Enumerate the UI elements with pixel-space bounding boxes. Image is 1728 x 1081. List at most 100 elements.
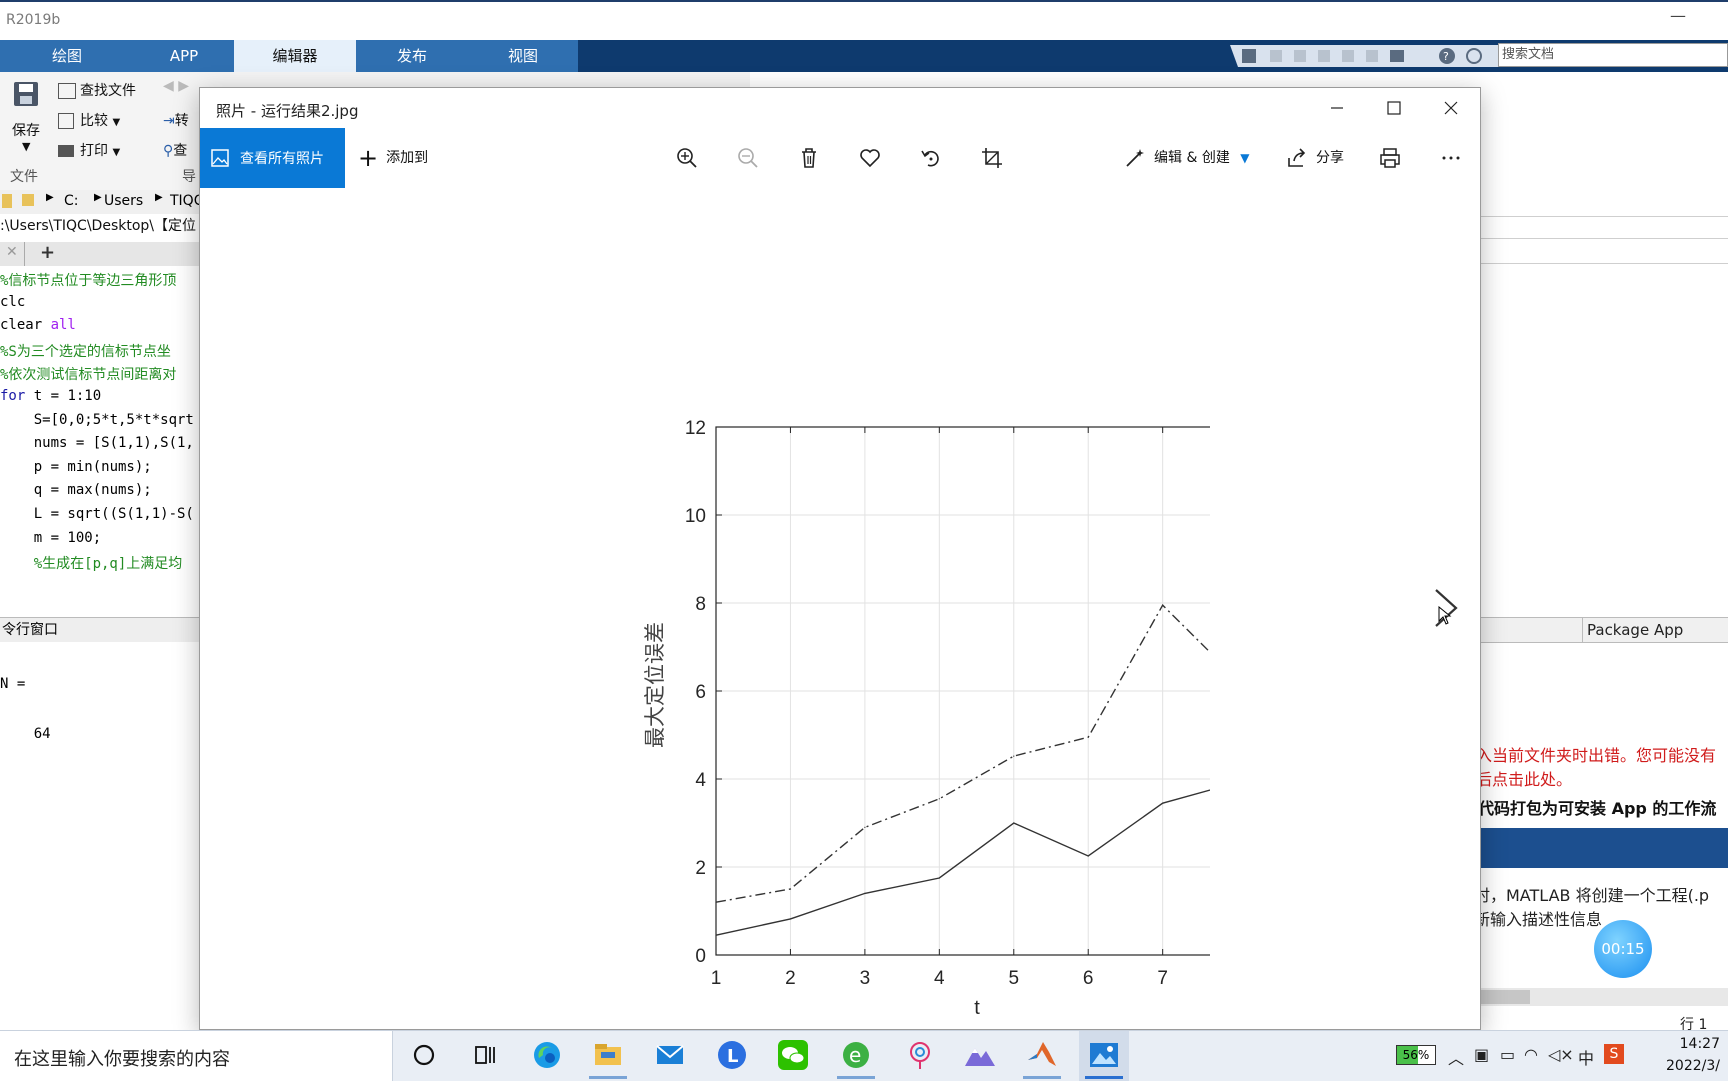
- add-tab-icon[interactable]: +: [40, 242, 55, 263]
- ribbon-body: 保存 ▼ 查找文件 比较 ▼ 打印 ▼ 文件 ⇥转 ⚲查 导 ◀ ▶: [0, 72, 200, 191]
- matlab-icon[interactable]: [1025, 1038, 1059, 1072]
- security-icon[interactable]: ▣: [1474, 1045, 1489, 1064]
- save-button-label[interactable]: 保存: [12, 120, 40, 140]
- compare-icon: [58, 113, 74, 129]
- package-heading: 代码打包为可安装 App 的工作流: [1478, 799, 1717, 818]
- wechat-icon[interactable]: [776, 1038, 810, 1072]
- file-explorer-icon[interactable]: [591, 1038, 625, 1072]
- mail-icon[interactable]: [653, 1038, 687, 1072]
- data-point-triangle: [1087, 736, 1089, 738]
- view-all-photos-label: 查看所有照片: [240, 151, 324, 167]
- editor-file-path: :\Users\TIQC\Desktop\【定位: [0, 214, 200, 238]
- back-forward-icon[interactable]: ◀ ▶: [163, 78, 189, 94]
- minimize-icon[interactable]: [1317, 96, 1357, 120]
- edit-wand-icon: [1126, 149, 1144, 167]
- close-icon[interactable]: [1431, 96, 1471, 120]
- delete-icon[interactable]: [797, 146, 821, 170]
- data-point-sapso: [1162, 802, 1164, 804]
- maximize-icon[interactable]: [1374, 96, 1414, 120]
- package-error-link[interactable]: 后点击此处。: [1476, 766, 1572, 790]
- battery-icon[interactable]: ▭: [1500, 1045, 1515, 1064]
- edit-create-label: 编辑 & 创建: [1154, 150, 1230, 166]
- save-dropdown-icon[interactable]: ▼: [22, 140, 30, 153]
- cmd-output-line: 64: [0, 726, 51, 742]
- goto-button[interactable]: ⇥转: [163, 110, 189, 130]
- view-all-photos-button[interactable]: 查看所有照片: [200, 128, 345, 188]
- photos-window-title: 照片 - 运行结果2.jpg: [216, 102, 359, 120]
- print-button[interactable]: 打印 ▼: [58, 140, 120, 160]
- active-app-indicator: [1023, 1076, 1061, 1079]
- command-window[interactable]: N = 64: [0, 642, 200, 1030]
- tab-apps[interactable]: APP: [134, 40, 234, 72]
- mountain-app-icon[interactable]: [963, 1038, 997, 1072]
- add-to-button[interactable]: + 添加到: [358, 128, 428, 188]
- task-view-icon[interactable]: [468, 1038, 502, 1072]
- code-line: L = sqrt((S(1,1)-S(: [0, 506, 194, 522]
- address-bar[interactable]: ▶ C: ▶ Users ▶ TIQC: [0, 190, 203, 215]
- find-button[interactable]: ⚲查: [163, 140, 187, 160]
- battery-indicator[interactable]: 56%: [1396, 1045, 1436, 1065]
- l-app-icon[interactable]: L: [715, 1038, 749, 1072]
- photos-toolbar: 查看所有照片 + 添加到 编辑 & 创建 ▼ 分享: [200, 128, 1480, 188]
- taskbar-search-box[interactable]: 在这里输入你要搜索的内容: [0, 1031, 393, 1081]
- clock-date: 2022/3/: [1666, 1058, 1720, 1074]
- paste-icon: [1318, 50, 1330, 62]
- y-tick-label: 0: [695, 946, 706, 967]
- code-editor[interactable]: %信标节点位于等边三角形顶 clc clear all %S为三个选定的信标节点坐 %依…: [0, 266, 200, 610]
- y-axis-label: 最大定位误差: [643, 622, 667, 748]
- crumb-drive[interactable]: C:: [64, 193, 79, 209]
- edge-browser-icon[interactable]: [530, 1038, 564, 1072]
- add-to-label: 添加到: [386, 150, 429, 166]
- package-app-label[interactable]: Package App: [1582, 618, 1683, 642]
- print-label: 打印: [80, 143, 108, 159]
- browser-e-icon[interactable]: e: [839, 1038, 873, 1072]
- x-tick-label: 2: [785, 968, 796, 989]
- crop-icon[interactable]: [980, 146, 1004, 170]
- edit-create-button[interactable]: 编辑 & 创建 ▼: [1124, 128, 1250, 188]
- more-options-icon[interactable]: [1439, 146, 1463, 170]
- recording-timer[interactable]: 00:15: [1594, 920, 1652, 978]
- folder-icon: [22, 194, 34, 206]
- tab-plots[interactable]: 绘图: [0, 40, 134, 72]
- find-files-button[interactable]: 查找文件: [58, 80, 136, 100]
- close-icon[interactable]: ✕: [6, 244, 18, 260]
- tab-editor[interactable]: 编辑器: [234, 40, 356, 72]
- quick-access-icons[interactable]: ?: [1230, 45, 1498, 67]
- svg-text:L: L: [727, 1046, 738, 1067]
- crumb-users[interactable]: Users: [104, 193, 143, 209]
- right-panel: [1480, 190, 1728, 610]
- zoom-in-icon[interactable]: [675, 146, 699, 170]
- tab-view[interactable]: 视图: [468, 40, 578, 72]
- active-app-indicator: [1085, 1076, 1123, 1079]
- wifi-icon[interactable]: ◠: [1524, 1045, 1538, 1064]
- package-app-header: Package App: [1480, 617, 1728, 643]
- editor-tabs: ✕ +: [0, 242, 200, 266]
- rotate-icon[interactable]: [919, 146, 943, 170]
- chevron-right-icon: ▶: [46, 192, 54, 203]
- sogou-ime-icon[interactable]: S: [1604, 1044, 1624, 1064]
- chevron-up-icon[interactable]: ︿: [1448, 1045, 1464, 1069]
- command-window-header: 令行窗口: [0, 617, 200, 643]
- horizontal-scrollbar[interactable]: [1480, 988, 1728, 1006]
- compare-label: 比较: [80, 113, 108, 129]
- y-tick-label: 6: [695, 682, 706, 703]
- save-icon[interactable]: [12, 80, 40, 108]
- ime-indicator[interactable]: 中: [1578, 1045, 1594, 1069]
- print-icon[interactable]: [1378, 146, 1402, 170]
- minimize-button[interactable]: —: [1670, 6, 1686, 25]
- photos-app-icon[interactable]: [1087, 1038, 1121, 1072]
- clock[interactable]: 14:27 2022/3/: [1666, 1033, 1720, 1077]
- share-button[interactable]: 分享: [1286, 128, 1344, 188]
- compare-button[interactable]: 比较 ▼: [58, 110, 120, 130]
- ribbon-overflow: [200, 72, 750, 88]
- bird-app-icon[interactable]: [903, 1038, 937, 1072]
- zoom-out-icon[interactable]: [736, 146, 760, 170]
- volume-icon[interactable]: ◁×: [1548, 1045, 1574, 1064]
- chevron-right-icon: ▶: [94, 192, 102, 203]
- doc-search-input[interactable]: 搜索文档: [1498, 43, 1728, 67]
- cortana-icon[interactable]: [407, 1038, 441, 1072]
- scrollbar-thumb[interactable]: [1480, 990, 1530, 1004]
- chevron-right-icon: ▶: [155, 192, 163, 203]
- heart-icon[interactable]: [858, 146, 882, 170]
- tab-publish[interactable]: 发布: [356, 40, 468, 72]
